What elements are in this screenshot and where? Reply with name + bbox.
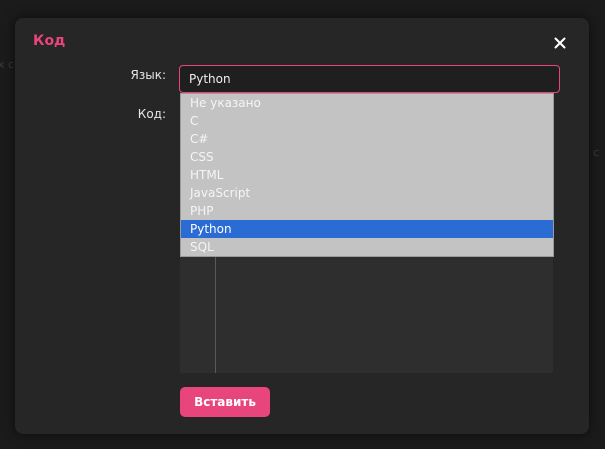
backdrop-text-fragment-right: c bbox=[593, 146, 600, 159]
language-option[interactable]: Не указано bbox=[181, 94, 553, 112]
language-dropdown-list: Не указано C C# CSS HTML JavaScript PHP Python S… bbox=[180, 93, 554, 257]
language-label: Язык: bbox=[130, 68, 166, 82]
backdrop-text-fragment: x c bbox=[0, 58, 15, 71]
language-option[interactable]: C# bbox=[181, 130, 553, 148]
language-option[interactable]: SQL bbox=[181, 238, 553, 256]
close-icon bbox=[554, 37, 566, 49]
code-label: Код: bbox=[137, 107, 166, 121]
dialog-title: Код bbox=[33, 33, 66, 49]
language-option[interactable]: JavaScript bbox=[181, 184, 553, 202]
language-select[interactable]: Python bbox=[179, 65, 560, 93]
language-option[interactable]: PHP bbox=[181, 202, 553, 220]
language-option[interactable]: Python bbox=[181, 220, 553, 238]
close-button[interactable] bbox=[549, 32, 571, 54]
language-option[interactable]: HTML bbox=[181, 166, 553, 184]
insert-button[interactable]: Вставить bbox=[180, 387, 270, 417]
language-option[interactable]: C bbox=[181, 112, 553, 130]
language-option[interactable]: CSS bbox=[181, 148, 553, 166]
code-insert-dialog: Код Язык: Python Код: Не указано C C# CSS HT… bbox=[15, 18, 589, 434]
